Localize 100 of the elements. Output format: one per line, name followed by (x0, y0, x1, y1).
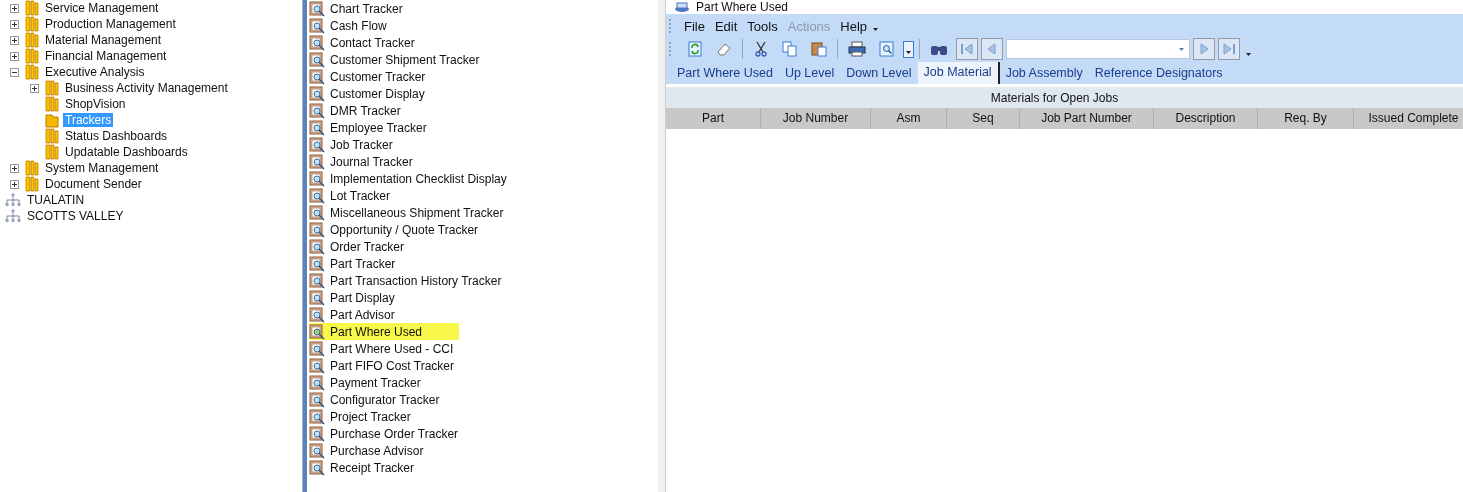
tracker-icon (309, 255, 326, 272)
program-item[interactable]: Chart Tracker (309, 0, 459, 17)
folder-icon (45, 144, 59, 160)
tree-item[interactable]: Status Dashboards (63, 129, 170, 143)
tracker-icon (309, 204, 326, 221)
program-item[interactable]: Order Tracker (309, 238, 459, 255)
expand-icon[interactable] (10, 51, 21, 61)
tree-item[interactable]: Service Management (43, 1, 161, 15)
expand-icon[interactable] (10, 163, 21, 173)
tracker-icon (309, 68, 326, 85)
program-item[interactable]: Part Advisor (309, 306, 459, 323)
program-item[interactable]: Contact Tracker (309, 34, 459, 51)
column-header[interactable]: Job Part Number (1020, 108, 1154, 129)
tree-item[interactable]: SCOTTS VALLEY (25, 209, 126, 223)
tracker-icon (309, 34, 326, 51)
tab[interactable]: Down Level (840, 63, 918, 84)
tracker-icon (309, 357, 326, 374)
tracker-icon (309, 442, 326, 459)
tracker-icon (309, 306, 326, 323)
folder-icon (25, 160, 39, 176)
tracker-icon (309, 459, 326, 476)
refresh-icon (687, 41, 703, 57)
caret-icon[interactable] (1245, 51, 1252, 57)
program-item[interactable]: Purchase Advisor (309, 442, 459, 459)
tracker-icon (309, 425, 326, 442)
tree-item[interactable]: Business Activity Management (63, 81, 230, 95)
tracker-icon (309, 374, 326, 391)
program-item[interactable]: Receipt Tracker (309, 459, 459, 476)
hierarchy-icon (4, 193, 22, 207)
menu-item[interactable]: Tools (742, 18, 783, 34)
collapse-icon[interactable] (10, 67, 21, 77)
program-item[interactable]: Payment Tracker (309, 374, 459, 391)
first-icon (960, 42, 974, 56)
tracker-icon (309, 102, 326, 119)
program-item[interactable]: Part FIFO Cost Tracker (309, 357, 459, 374)
grid-title: Materials for Open Jobs (666, 87, 1463, 108)
printer-icon (848, 41, 866, 57)
program-item[interactable]: Part Tracker (309, 255, 459, 272)
tracker-icon (309, 221, 326, 238)
tree-item[interactable]: Executive Analysis (43, 65, 147, 79)
expand-icon[interactable] (10, 3, 21, 13)
column-header[interactable]: Asm (871, 108, 947, 129)
caret-icon[interactable] (872, 26, 880, 32)
program-item[interactable]: Journal Tracker (309, 153, 459, 170)
program-item[interactable]: Customer Tracker (309, 68, 459, 85)
column-header[interactable]: Req. By (1258, 108, 1354, 129)
program-item[interactable]: Miscellaneous Shipment Tracker (309, 204, 504, 221)
folder-icon (45, 80, 59, 96)
tracker-icon (309, 340, 326, 357)
menu-item[interactable]: File (679, 18, 710, 34)
tree-item[interactable]: Document Sender (43, 177, 144, 191)
program-item[interactable]: Part Where Used - CCI (309, 340, 459, 357)
program-item[interactable]: Purchase Order Tracker (309, 425, 459, 442)
program-item[interactable]: Opportunity / Quote Tracker (309, 221, 479, 238)
tab[interactable]: Job Material (917, 62, 1000, 84)
folder-icon (25, 176, 39, 192)
column-header[interactable]: Description (1154, 108, 1258, 129)
dropdown-button[interactable] (903, 40, 914, 58)
expand-icon[interactable] (10, 19, 21, 29)
tree-item[interactable]: Material Management (43, 33, 164, 47)
expand-icon[interactable] (10, 179, 21, 189)
folder-icon (25, 48, 39, 64)
expand-icon[interactable] (10, 35, 21, 45)
tree-item[interactable]: ShopVision (63, 97, 128, 111)
program-item[interactable]: Cash Flow (309, 17, 459, 34)
last-icon (1222, 42, 1236, 56)
program-item[interactable]: Job Tracker (309, 136, 459, 153)
program-item[interactable]: Customer Shipment Tracker (309, 51, 480, 68)
tab[interactable]: Part Where Used (671, 63, 779, 84)
tracker-icon (309, 272, 326, 289)
expand-icon[interactable] (30, 83, 41, 93)
program-item[interactable]: Configurator Tracker (309, 391, 459, 408)
previous-icon (985, 42, 999, 56)
program-item[interactable]: Employee Tracker (309, 119, 459, 136)
program-item[interactable]: Part Display (309, 289, 459, 306)
menu-item[interactable]: Help (835, 18, 873, 34)
column-header[interactable]: Job Number (761, 108, 871, 129)
tree-item[interactable]: Production Management (43, 17, 178, 31)
tab[interactable]: Up Level (778, 63, 841, 84)
tab[interactable]: Job Assembly (999, 63, 1089, 84)
tab[interactable]: Reference Designators (1088, 63, 1229, 84)
tracker-icon (309, 51, 326, 68)
tree-item[interactable]: System Management (43, 161, 161, 175)
program-item[interactable]: DMR Tracker (309, 102, 459, 119)
program-item[interactable]: Part Transaction History Tracker (309, 272, 502, 289)
tracker-icon (309, 119, 326, 136)
program-item[interactable]: Part Where Used (309, 323, 459, 340)
program-item[interactable]: Project Tracker (309, 408, 459, 425)
tree-item[interactable]: Updatable Dashboards (63, 145, 190, 159)
tree-item[interactable]: Financial Management (43, 49, 169, 63)
program-item[interactable]: Customer Display (309, 85, 459, 102)
column-header[interactable]: Issued Complete (1354, 108, 1463, 129)
column-header[interactable]: Part (666, 108, 761, 129)
open-folder-icon (45, 112, 59, 128)
eraser-icon (716, 41, 732, 57)
menu-item[interactable]: Edit (709, 18, 743, 34)
program-item[interactable]: Implementation Checklist Display (309, 170, 507, 187)
tree-item[interactable]: TUALATIN (25, 193, 87, 207)
program-item[interactable]: Lot Tracker (309, 187, 459, 204)
column-header[interactable]: Seq (947, 108, 1020, 129)
